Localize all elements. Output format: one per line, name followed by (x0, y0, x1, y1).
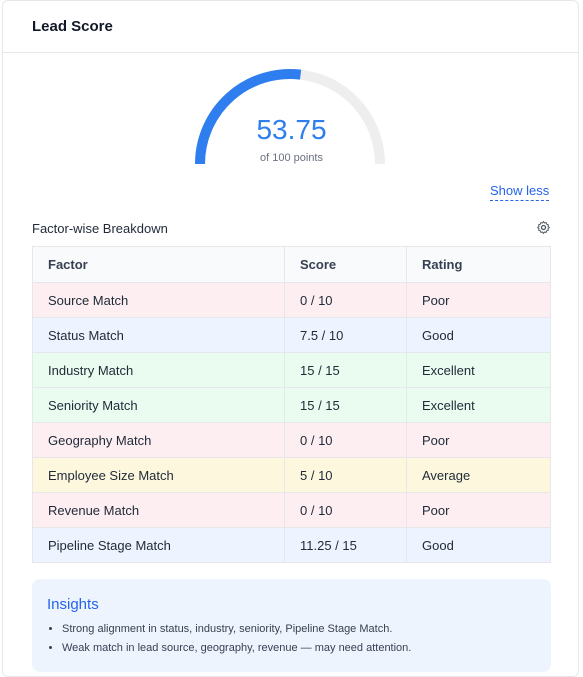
factor-cell: Geography Match (32, 422, 285, 458)
column-header-factor: Factor (32, 246, 285, 283)
factor-cell: Status Match (32, 317, 285, 353)
factor-cell: Industry Match (32, 352, 285, 388)
gear-icon[interactable] (536, 220, 551, 235)
table-row: Revenue Match 0 / 10 Poor (32, 492, 551, 528)
insight-item: Strong alignment in status, industry, se… (62, 623, 536, 635)
table-row: Pipeline Stage Match 11.25 / 15 Good (32, 527, 551, 563)
table-row: Status Match 7.5 / 10 Good (32, 317, 551, 353)
factor-cell: Revenue Match (32, 492, 285, 528)
breakdown-title: Factor-wise Breakdown (32, 221, 168, 236)
table-header-row: Factor Score Rating (32, 246, 551, 283)
column-header-score: Score (284, 246, 407, 283)
factor-cell: Pipeline Stage Match (32, 527, 285, 563)
column-header-rating: Rating (406, 246, 551, 283)
factor-cell: Employee Size Match (32, 457, 285, 493)
score-cell: 15 / 15 (284, 352, 407, 388)
score-cell: 7.5 / 10 (284, 317, 407, 353)
rating-cell: Good (406, 527, 551, 563)
show-less-link[interactable]: Show less (490, 183, 550, 201)
insights-panel: Insights Strong alignment in status, ind… (32, 579, 551, 672)
rating-cell: Poor (406, 422, 551, 458)
score-cell: 11.25 / 15 (284, 527, 407, 563)
card-title: Lead Score (32, 18, 113, 35)
rating-cell: Excellent (406, 387, 551, 423)
score-cell: 0 / 10 (284, 422, 407, 458)
score-cell: 0 / 10 (284, 492, 407, 528)
table-row: Source Match 0 / 10 Poor (32, 282, 551, 318)
score-cell: 0 / 10 (284, 282, 407, 318)
insight-item: Weak match in lead source, geography, re… (62, 642, 536, 654)
factor-cell: Seniority Match (32, 387, 285, 423)
rating-cell: Poor (406, 282, 551, 318)
table-row: Geography Match 0 / 10 Poor (32, 422, 551, 458)
score-value: 53.75 (256, 114, 327, 145)
score-cell: 5 / 10 (284, 457, 407, 493)
card-header: Lead Score (3, 1, 578, 53)
rating-cell: Average (406, 457, 551, 493)
table-row: Employee Size Match 5 / 10 Average (32, 457, 551, 493)
score-subtitle: of 100 points (260, 152, 323, 164)
table-row: Industry Match 15 / 15 Excellent (32, 352, 551, 388)
rating-cell: Good (406, 317, 551, 353)
breakdown-table: Factor Score Rating Source Match 0 / 10 … (32, 246, 551, 563)
insights-list: Strong alignment in status, industry, se… (47, 623, 536, 654)
score-cell: 15 / 15 (284, 387, 407, 423)
insights-title: Insights (47, 596, 99, 613)
rating-cell: Excellent (406, 352, 551, 388)
rating-cell: Poor (406, 492, 551, 528)
factor-cell: Source Match (32, 282, 285, 318)
table-row: Seniority Match 15 / 15 Excellent (32, 387, 551, 423)
